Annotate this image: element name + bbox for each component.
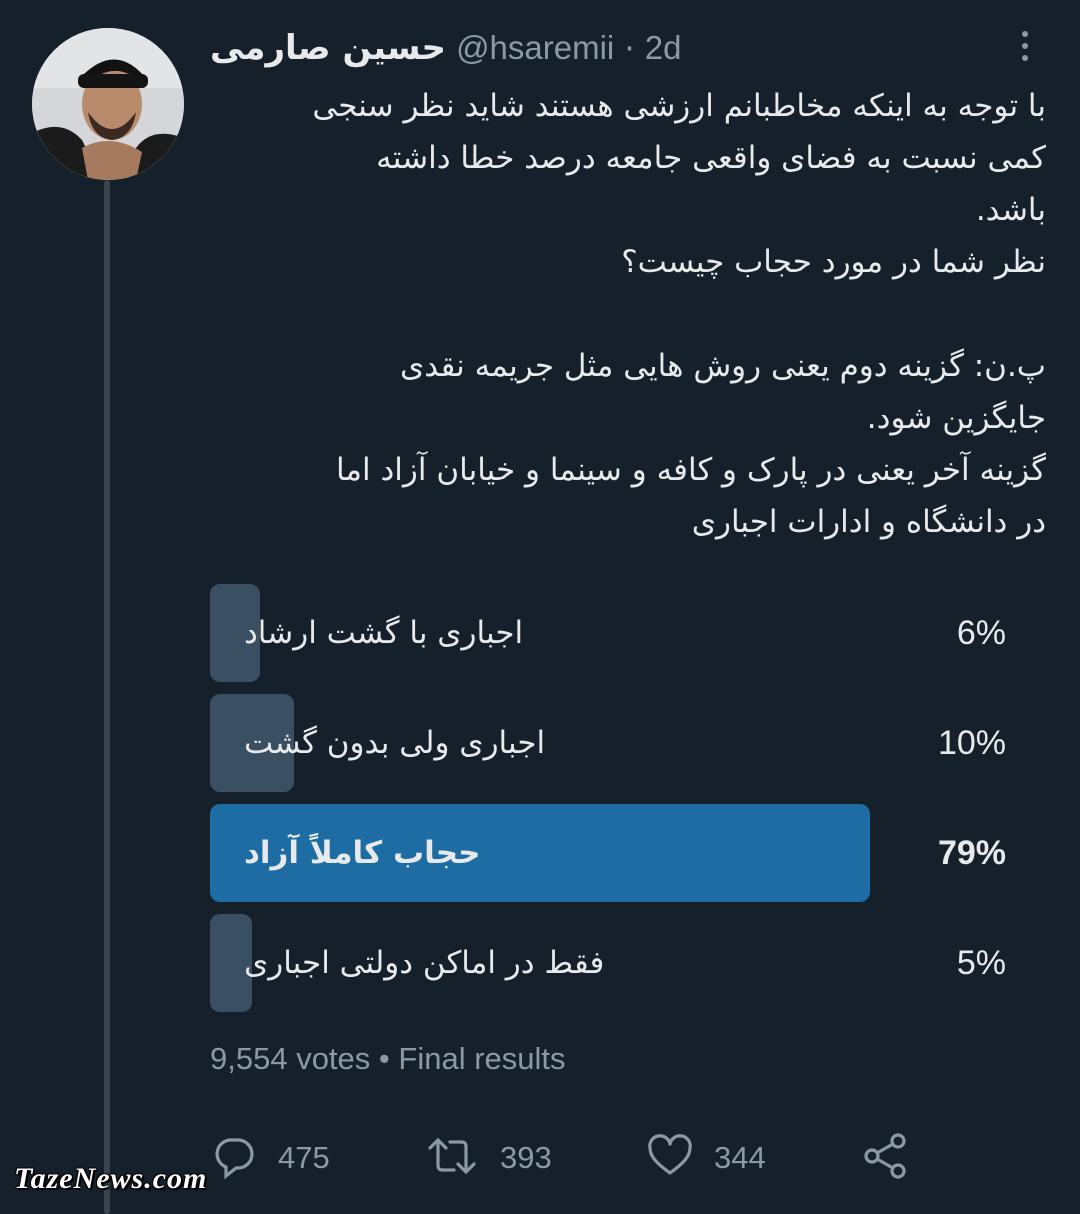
tweet-line: گزینه آخر یعنی در پارک و کافه و سینما و …	[335, 452, 1046, 488]
reply-count: 475	[278, 1140, 330, 1175]
poll-option-label: اجباری با گشت ارشاد	[244, 615, 524, 651]
poll-option[interactable]: اجباری ولی بدون گشت 10%	[210, 694, 1046, 792]
poll-option-percent: 79%	[937, 834, 1006, 872]
tweet-blank-line	[210, 288, 1046, 340]
watermark: TazeNews.com	[14, 1162, 208, 1195]
like-button[interactable]: 344	[646, 1130, 766, 1186]
tweet-line: در دانشگاه و ادارات اجباری	[691, 504, 1046, 540]
thread-line	[104, 180, 110, 1214]
share-button[interactable]	[860, 1130, 910, 1186]
poll-status: Final results	[398, 1041, 566, 1076]
poll-option-percent: 10%	[937, 724, 1006, 762]
tweet-line: نظر شما در مورد حجاب چیست؟	[621, 244, 1046, 280]
poll-option-label: حجاب کاملاً آزاد	[244, 835, 481, 871]
share-icon	[860, 1131, 910, 1185]
poll-meta-separator: •	[378, 1041, 390, 1076]
retweet-icon	[424, 1132, 480, 1184]
reply-button[interactable]: 475	[210, 1130, 330, 1186]
header-separator: ·	[624, 28, 635, 68]
avatar[interactable]	[32, 28, 184, 180]
more-options-icon[interactable]	[1005, 26, 1045, 66]
poll-option-label: اجباری ولی بدون گشت	[244, 725, 546, 761]
tweet-line: پ.ن: گزینه دوم یعنی روش هایی مثل جریمه ن…	[399, 348, 1046, 384]
poll-meta: 9,554 votes • Final results	[210, 1034, 566, 1084]
poll-option-label: فقط در اماکن دولتی اجباری	[244, 945, 605, 981]
author-handle[interactable]: @hsaremii	[456, 29, 614, 67]
tweet-line: با توجه به اینکه مخاطبانم ارزشی هستند شا…	[312, 88, 1046, 124]
poll-option-winner[interactable]: حجاب کاملاً آزاد 79%	[210, 804, 1046, 902]
tweet-line: کمی نسبت به فضای واقعی جامعه درصد خطا دا…	[376, 140, 1046, 176]
poll-option-percent: 6%	[956, 614, 1006, 652]
retweet-button[interactable]: 393	[424, 1130, 552, 1186]
poll-option-percent: 5%	[956, 944, 1006, 982]
reply-icon	[210, 1132, 258, 1184]
author-name[interactable]: حسین صارمی	[210, 28, 446, 68]
tweet-text: با توجه به اینکه مخاطبانم ارزشی هستند شا…	[210, 80, 1046, 548]
heart-icon	[646, 1132, 694, 1184]
tweet-actions: 475 393 344	[210, 1130, 1046, 1186]
poll-votes: 9,554 votes	[210, 1041, 371, 1076]
poll-option[interactable]: فقط در اماکن دولتی اجباری 5%	[210, 914, 1046, 1012]
tweet-line: جایگزین شود.	[866, 400, 1046, 436]
retweet-count: 393	[500, 1140, 552, 1175]
tweet-header: حسین صارمی @hsaremii · 2d	[210, 22, 1030, 74]
tweet-time[interactable]: 2d	[645, 29, 682, 67]
poll-option[interactable]: اجباری با گشت ارشاد 6%	[210, 584, 1046, 682]
like-count: 344	[714, 1140, 766, 1175]
tweet-line: باشد.	[975, 192, 1046, 228]
